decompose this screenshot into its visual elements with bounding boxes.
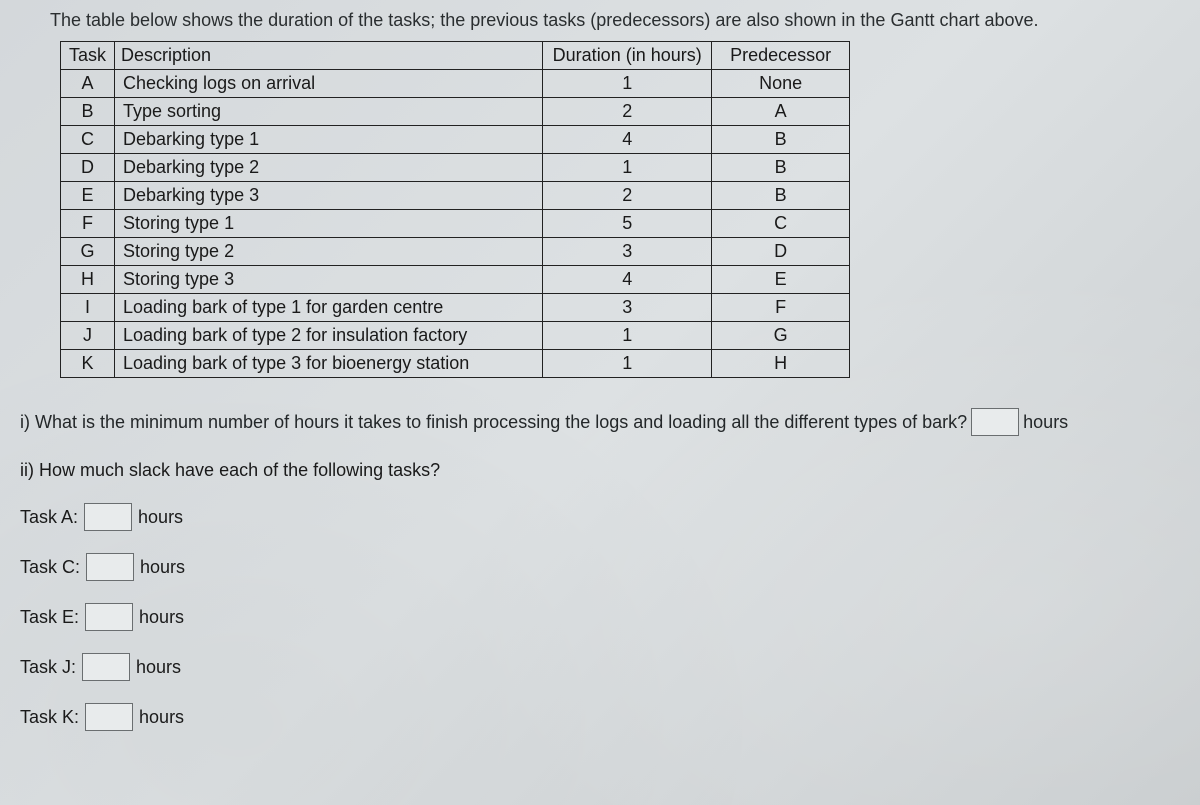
header-task: Task: [61, 42, 115, 70]
table-row: H Storing type 3 4 E: [61, 266, 850, 294]
task-table: Task Description Duration (in hours) Pre…: [60, 41, 850, 378]
cell-task: A: [61, 70, 115, 98]
cell-task: F: [61, 210, 115, 238]
q1-answer-input[interactable]: [971, 408, 1019, 436]
table-row: D Debarking type 2 1 B: [61, 154, 850, 182]
cell-predecessor: C: [712, 210, 850, 238]
cell-description: Debarking type 3: [115, 182, 543, 210]
header-duration: Duration (in hours): [543, 42, 712, 70]
question-i: i) What is the minimum number of hours i…: [20, 408, 1180, 436]
slack-label: Task C:: [20, 557, 80, 578]
cell-task: J: [61, 322, 115, 350]
cell-task: C: [61, 126, 115, 154]
slack-j-input[interactable]: [82, 653, 130, 681]
intro-text: The table below shows the duration of th…: [50, 10, 1180, 31]
cell-description: Loading bark of type 3 for bioenergy sta…: [115, 350, 543, 378]
cell-duration: 2: [543, 182, 712, 210]
cell-duration: 3: [543, 238, 712, 266]
cell-description: Storing type 3: [115, 266, 543, 294]
table-row: B Type sorting 2 A: [61, 98, 850, 126]
question-i-text: i) What is the minimum number of hours i…: [20, 412, 967, 433]
question-ii-text: ii) How much slack have each of the foll…: [20, 460, 1180, 481]
cell-predecessor: D: [712, 238, 850, 266]
cell-duration: 2: [543, 98, 712, 126]
q1-unit: hours: [1023, 412, 1068, 433]
cell-duration: 1: [543, 70, 712, 98]
cell-description: Debarking type 2: [115, 154, 543, 182]
slack-a-input[interactable]: [84, 503, 132, 531]
cell-duration: 4: [543, 126, 712, 154]
cell-duration: 5: [543, 210, 712, 238]
cell-description: Loading bark of type 2 for insulation fa…: [115, 322, 543, 350]
cell-task: K: [61, 350, 115, 378]
slack-row-a: Task A: hours: [20, 503, 1180, 531]
table-row: G Storing type 2 3 D: [61, 238, 850, 266]
cell-duration: 4: [543, 266, 712, 294]
table-row: J Loading bark of type 2 for insulation …: [61, 322, 850, 350]
table-row: C Debarking type 1 4 B: [61, 126, 850, 154]
slack-unit: hours: [138, 507, 183, 528]
cell-description: Storing type 1: [115, 210, 543, 238]
slack-label: Task E:: [20, 607, 79, 628]
cell-task: G: [61, 238, 115, 266]
cell-task: B: [61, 98, 115, 126]
slack-row-k: Task K: hours: [20, 703, 1180, 731]
cell-predecessor: B: [712, 126, 850, 154]
slack-row-c: Task C: hours: [20, 553, 1180, 581]
slack-k-input[interactable]: [85, 703, 133, 731]
cell-description: Debarking type 1: [115, 126, 543, 154]
cell-predecessor: None: [712, 70, 850, 98]
cell-predecessor: H: [712, 350, 850, 378]
cell-predecessor: A: [712, 98, 850, 126]
cell-predecessor: B: [712, 182, 850, 210]
cell-description: Loading bark of type 1 for garden centre: [115, 294, 543, 322]
slack-unit: hours: [136, 657, 181, 678]
slack-e-input[interactable]: [85, 603, 133, 631]
cell-description: Checking logs on arrival: [115, 70, 543, 98]
header-description: Description: [115, 42, 543, 70]
cell-predecessor: B: [712, 154, 850, 182]
cell-predecessor: E: [712, 266, 850, 294]
slack-c-input[interactable]: [86, 553, 134, 581]
cell-task: D: [61, 154, 115, 182]
slack-unit: hours: [140, 557, 185, 578]
table-row: E Debarking type 3 2 B: [61, 182, 850, 210]
cell-description: Type sorting: [115, 98, 543, 126]
cell-task: E: [61, 182, 115, 210]
cell-duration: 3: [543, 294, 712, 322]
slack-row-j: Task J: hours: [20, 653, 1180, 681]
slack-label: Task J:: [20, 657, 76, 678]
cell-task: I: [61, 294, 115, 322]
cell-predecessor: F: [712, 294, 850, 322]
slack-unit: hours: [139, 707, 184, 728]
cell-duration: 1: [543, 350, 712, 378]
table-row: I Loading bark of type 1 for garden cent…: [61, 294, 850, 322]
slack-row-e: Task E: hours: [20, 603, 1180, 631]
slack-label: Task A:: [20, 507, 78, 528]
cell-description: Storing type 2: [115, 238, 543, 266]
table-row: F Storing type 1 5 C: [61, 210, 850, 238]
table-row: A Checking logs on arrival 1 None: [61, 70, 850, 98]
header-predecessor: Predecessor: [712, 42, 850, 70]
slack-unit: hours: [139, 607, 184, 628]
cell-duration: 1: [543, 154, 712, 182]
cell-duration: 1: [543, 322, 712, 350]
table-row: K Loading bark of type 3 for bioenergy s…: [61, 350, 850, 378]
slack-label: Task K:: [20, 707, 79, 728]
cell-predecessor: G: [712, 322, 850, 350]
cell-task: H: [61, 266, 115, 294]
